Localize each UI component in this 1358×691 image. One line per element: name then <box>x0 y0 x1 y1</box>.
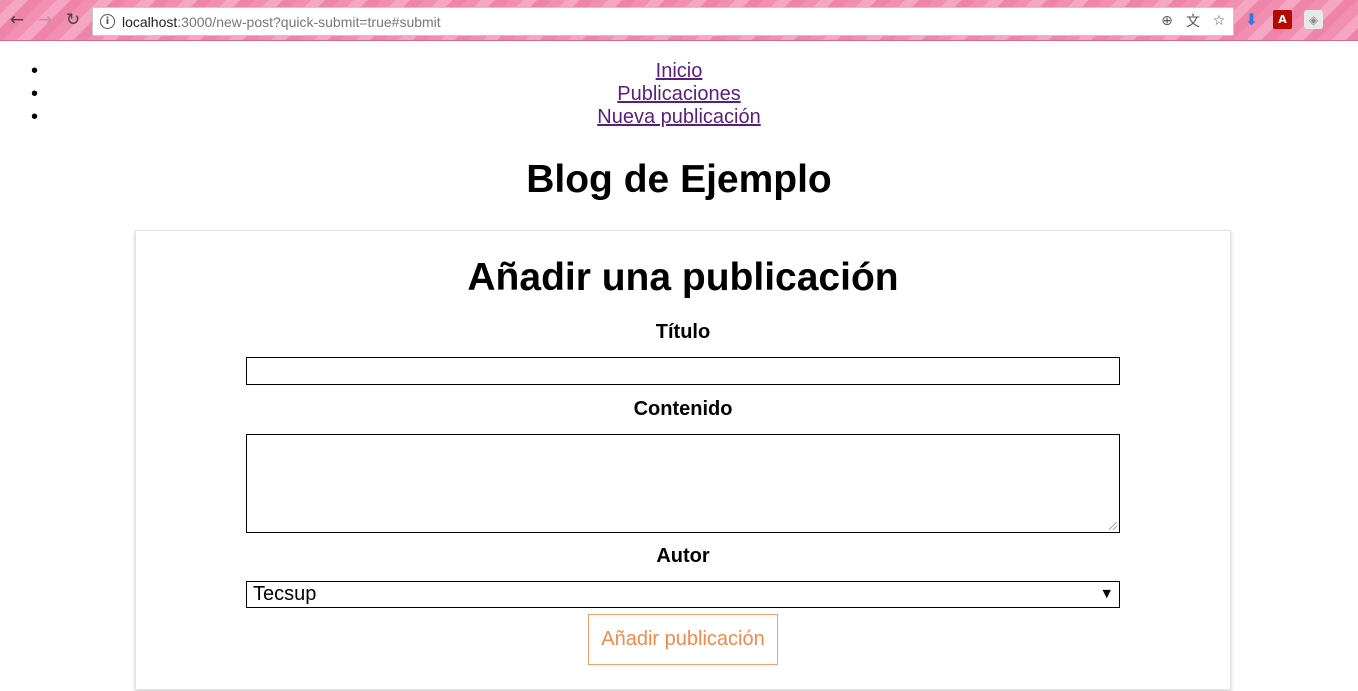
pdf-extension-icon[interactable]: A <box>1273 10 1292 29</box>
content-label: Contenido <box>633 398 733 420</box>
site-title: Blog de Ejemplo <box>526 158 832 201</box>
dropdown-arrow-icon: ▼ <box>1102 587 1111 600</box>
page-content: Inicio Publicaciones Nueva publicación B… <box>0 42 1358 690</box>
translate-icon[interactable]: 文 <box>1185 12 1201 30</box>
nav-item-publicaciones: Publicaciones <box>0 83 1358 106</box>
zoom-icon[interactable]: ⊕ <box>1159 12 1175 30</box>
download-extension-icon[interactable]: ⬇ <box>1242 10 1261 29</box>
title-label: Título <box>655 321 711 343</box>
reload-icon[interactable]: ↻ <box>62 9 84 31</box>
info-icon[interactable]: i <box>100 14 115 29</box>
form-title: Añadir una publicación <box>467 256 899 299</box>
new-post-form: Añadir una publicación Título Contenido … <box>135 230 1231 690</box>
main-nav: Inicio Publicaciones Nueva publicación <box>0 60 1358 129</box>
browser-toolbar: ← → ↻ i localhost:3000/new-post?quick-su… <box>0 0 1358 41</box>
author-selected-value: Tecsup <box>253 583 317 605</box>
nav-link-inicio[interactable]: Inicio <box>656 60 703 82</box>
author-select[interactable]: Tecsup ▼ <box>246 581 1120 608</box>
forward-arrow-icon[interactable]: → <box>34 9 56 31</box>
title-input[interactable] <box>246 357 1120 385</box>
url-text[interactable]: localhost:3000/new-post?quick-submit=tru… <box>122 14 441 30</box>
nav-link-publicaciones[interactable]: Publicaciones <box>617 83 740 105</box>
resize-grip-icon[interactable] <box>1109 522 1117 530</box>
add-post-button[interactable]: Añadir publicación <box>588 614 778 665</box>
address-bar[interactable]: i localhost:3000/new-post?quick-submit=t… <box>92 7 1234 36</box>
nav-item-inicio: Inicio <box>0 60 1358 83</box>
author-label: Autor <box>656 545 710 567</box>
content-textarea[interactable] <box>246 434 1120 533</box>
star-icon[interactable]: ☆ <box>1211 12 1227 30</box>
back-arrow-icon[interactable]: ← <box>6 9 28 31</box>
nav-item-nueva-publicacion: Nueva publicación <box>0 106 1358 129</box>
nav-link-nueva-publicacion[interactable]: Nueva publicación <box>597 106 760 128</box>
cube-extension-icon[interactable]: ◈ <box>1304 10 1323 29</box>
